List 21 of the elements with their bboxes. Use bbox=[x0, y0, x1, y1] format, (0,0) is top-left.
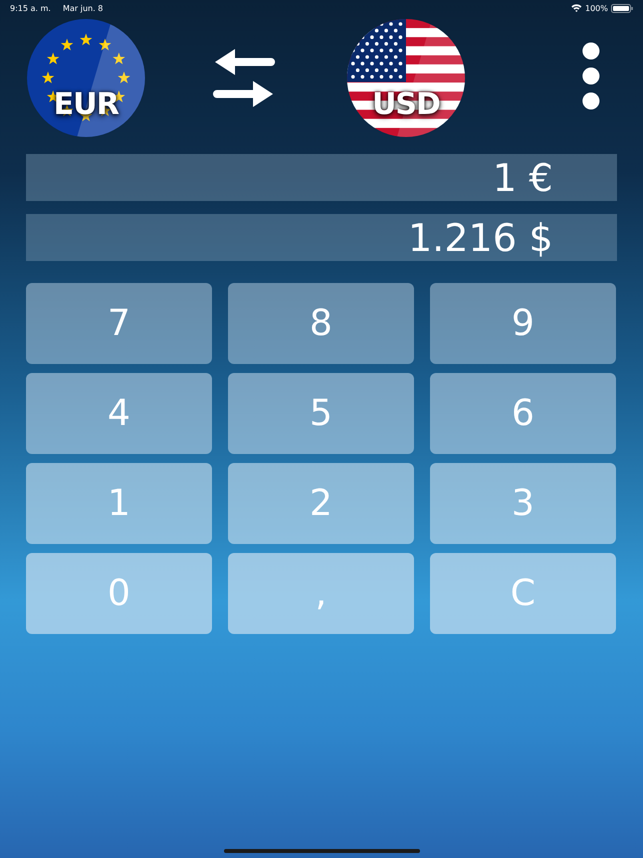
status-time: 9:15 a. m. bbox=[10, 4, 51, 12]
keypad-key[interactable]: 9 bbox=[430, 283, 616, 364]
swap-button[interactable] bbox=[213, 46, 275, 110]
amount-display: 1 € bbox=[26, 154, 617, 201]
keypad-key[interactable]: C bbox=[430, 553, 616, 634]
battery-percent: 100% bbox=[585, 4, 608, 12]
battery-icon bbox=[611, 4, 633, 12]
keypad-key[interactable]: 8 bbox=[228, 283, 414, 364]
keypad-key[interactable]: , bbox=[228, 553, 414, 634]
keypad-key[interactable]: 6 bbox=[430, 373, 616, 454]
currency-button[interactable]: EUR bbox=[27, 19, 145, 137]
keypad-key[interactable]: 7 bbox=[26, 283, 212, 364]
amount-display: 1.216 $ bbox=[26, 214, 617, 261]
keypad-key[interactable]: 4 bbox=[26, 373, 212, 454]
keypad-key[interactable]: 5 bbox=[228, 373, 414, 454]
status-date: Mar jun. 8 bbox=[62, 4, 104, 12]
keypad-key[interactable]: 1 bbox=[26, 463, 212, 544]
keypad-key[interactable]: 0 bbox=[26, 553, 212, 634]
keypad-key[interactable]: 3 bbox=[430, 463, 616, 544]
wifi-icon bbox=[571, 4, 582, 12]
keypad-key[interactable]: 2 bbox=[228, 463, 414, 544]
